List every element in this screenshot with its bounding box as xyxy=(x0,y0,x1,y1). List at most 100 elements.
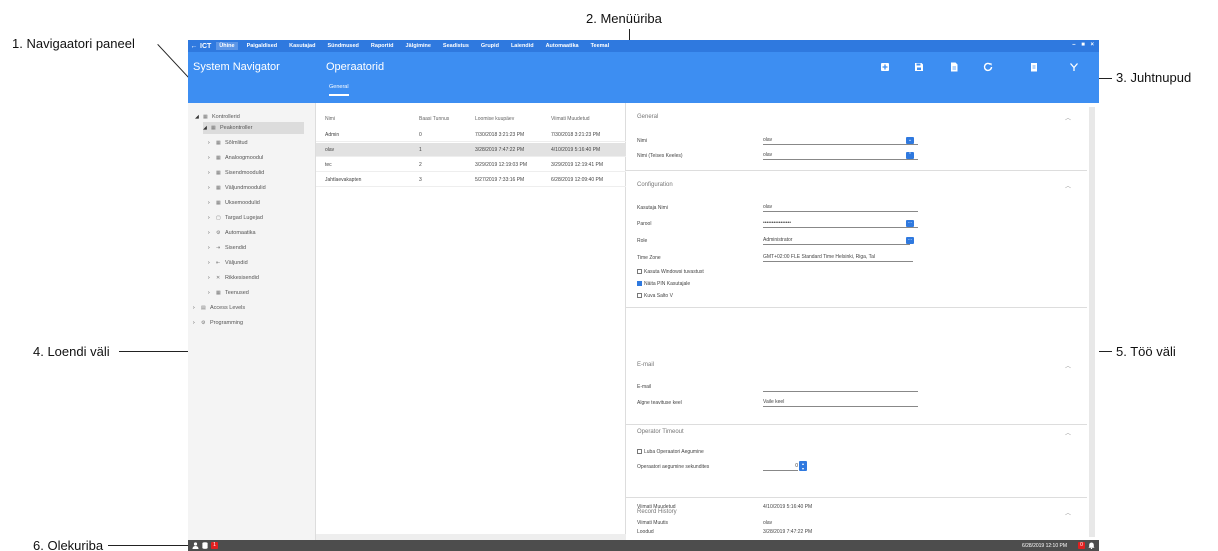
role-select[interactable]: Administrator xyxy=(763,237,910,245)
tab-general[interactable]: General xyxy=(329,84,349,96)
menu-item-uhine[interactable]: Ühine xyxy=(216,42,238,50)
table-row[interactable]: Jahtlaevakapten 3 5/27/2019 7:33:16 PM 6… xyxy=(316,173,626,187)
database-icon[interactable] xyxy=(202,542,208,551)
tree-item-peakontroller[interactable]: ◢ ▦ Peakontroller xyxy=(203,122,304,134)
expand-icon[interactable]: › xyxy=(208,227,216,239)
alarm-badge[interactable]: 0 xyxy=(1078,542,1085,549)
notification-language-select[interactable]: Vaile keel xyxy=(763,399,918,407)
windows-auth-checkbox[interactable]: Kasuta Windowsi tuvastust xyxy=(637,269,704,275)
stepper-arrows-icon[interactable]: ▴ ▾ xyxy=(799,461,807,471)
menu-item-jalgimine[interactable]: Jälgimine xyxy=(406,43,431,49)
chevron-up-icon[interactable]: ︿ xyxy=(1065,181,1071,190)
status-bar: 1 6/28/2019 12:10 PM 0 xyxy=(188,540,1099,551)
chevron-up-icon[interactable]: ︿ xyxy=(1065,113,1071,122)
tree-item-valjundid[interactable]: › ⇤ Väljundid xyxy=(208,257,248,269)
checkbox-box[interactable] xyxy=(637,449,642,454)
window-controls[interactable]: – ■ × xyxy=(1072,42,1096,48)
username-field[interactable]: olav xyxy=(763,204,918,212)
expand-icon[interactable]: › xyxy=(208,212,216,224)
checkbox-box[interactable] xyxy=(637,269,642,274)
cell-base-id: 3 xyxy=(419,177,422,183)
table-row[interactable]: olav 1 3/28/2019 7:47:22 PM 4/10/2019 5:… xyxy=(316,143,626,157)
email-field[interactable] xyxy=(763,384,918,392)
checkbox-box[interactable] xyxy=(637,293,642,298)
timeout-seconds-stepper[interactable]: 0 xyxy=(763,463,798,471)
menu-item-seadistus[interactable]: Seadistus xyxy=(443,43,469,49)
expand-icon[interactable]: › xyxy=(208,257,216,269)
tree-item-programming[interactable]: › ⚙ Programming xyxy=(193,317,243,329)
column-header-modified[interactable]: Viimati Muudetud xyxy=(551,116,590,122)
checkbox-box[interactable] xyxy=(637,281,642,286)
section-title: Configuration xyxy=(637,182,673,188)
chevron-up-icon[interactable]: ⌃ xyxy=(906,152,914,159)
name-other-language-field[interactable]: olav xyxy=(763,152,918,160)
timezone-select[interactable]: GMT+02:00 FLE Standard Time Helsinki, Ri… xyxy=(763,254,913,262)
menu-item-laiendid[interactable]: Laiendid xyxy=(511,43,534,49)
tree-item-analoogmoodul[interactable]: › ▦ Analoogmoodul xyxy=(208,152,263,164)
tree-item-teenused[interactable]: › ▦ Teenused xyxy=(208,287,249,299)
expand-icon[interactable]: › xyxy=(193,317,201,329)
tree-item-solmlitud[interactable]: › ▦ Sõlmlitud xyxy=(208,137,248,149)
add-icon[interactable] xyxy=(879,61,891,73)
more-icon[interactable]: ··· xyxy=(906,220,914,227)
back-arrow-icon[interactable]: ← xyxy=(188,43,200,50)
tree-item-label: Analoogmoodul xyxy=(225,155,264,161)
section-title: E-mail xyxy=(637,362,655,368)
expand-icon[interactable]: › xyxy=(208,182,216,194)
expand-icon[interactable]: › xyxy=(208,152,216,164)
save-icon[interactable] xyxy=(913,61,925,73)
alert-badge[interactable]: 1 xyxy=(211,542,218,549)
menu-item-kasutajad[interactable]: Kasutajad xyxy=(289,43,315,49)
expand-icon[interactable]: › xyxy=(208,167,216,179)
expand-icon[interactable]: › xyxy=(208,137,216,149)
delete-icon[interactable] xyxy=(1028,61,1040,73)
column-header-name[interactable]: Nimi xyxy=(325,116,335,122)
tree-item-access-levels[interactable]: › ▤ Access Levels xyxy=(193,302,245,314)
collapse-icon[interactable]: ◢ xyxy=(195,111,203,123)
name-field[interactable]: olav xyxy=(763,137,918,145)
work-vertical-scrollbar[interactable] xyxy=(1089,107,1095,537)
chevron-up-icon[interactable]: ︿ xyxy=(1065,508,1071,517)
tree-item-valjundmoodulid[interactable]: › ▦ Väljundmoodulid xyxy=(208,182,266,194)
menu-item-grupid[interactable]: Grupid xyxy=(481,43,499,49)
table-row[interactable]: Admin 0 7/30/2018 3:21:23 PM 7/30/2018 3… xyxy=(316,128,626,142)
expand-icon[interactable]: › xyxy=(208,272,216,284)
collapse-icon[interactable]: ◢ xyxy=(203,122,211,134)
expand-icon[interactable]: › xyxy=(208,197,216,209)
tree-item-automaatika[interactable]: › ⚙ Automaatika xyxy=(208,227,256,239)
tree-item-uksemoodulid[interactable]: › ▦ Uksemoodulid xyxy=(208,197,260,209)
chevron-up-icon[interactable]: ︿ xyxy=(1065,361,1071,370)
password-field[interactable]: •••••••••••••••• xyxy=(763,220,918,228)
tree-item-rikkesisendid[interactable]: › ✕ Rikkesisendid xyxy=(208,272,259,284)
menu-item-automaatika[interactable]: Automaatika xyxy=(546,43,579,49)
column-header-base-id[interactable]: Baasi Tunnus xyxy=(419,116,449,122)
menu-item-paigaldised[interactable]: Paigaldised xyxy=(247,43,278,49)
more-icon[interactable]: ··· xyxy=(906,237,914,244)
created-value: 3/28/2019 7:47:22 PM xyxy=(763,529,813,535)
tree-item-sisendid[interactable]: › ⇥ Sisendid xyxy=(208,242,246,254)
chevron-up-icon[interactable]: ︿ xyxy=(1065,428,1071,437)
table-row[interactable]: tec 2 3/29/2019 12:19:03 PM 3/29/2019 12… xyxy=(316,158,626,172)
tree-item-targad-lugejad[interactable]: › ▢ Targad Lugejad xyxy=(208,212,263,224)
salto-checkbox[interactable]: Kuva Salto V xyxy=(637,293,673,299)
column-header-created[interactable]: Loomise kuupäev xyxy=(475,116,514,122)
document-icon[interactable] xyxy=(948,61,960,73)
chevron-down-icon[interactable]: ⌄ xyxy=(906,137,914,144)
menu-item-teemal[interactable]: Teemal xyxy=(591,43,610,49)
tree-item-label: Rikkesisendid xyxy=(225,275,259,281)
refresh-icon[interactable] xyxy=(982,61,994,73)
user-icon[interactable] xyxy=(192,542,199,551)
tree-item-label: Teenused xyxy=(225,290,249,296)
expand-icon[interactable]: › xyxy=(208,242,216,254)
bell-icon[interactable] xyxy=(1088,542,1095,551)
allow-timeout-checkbox[interactable]: Luba Operaatori Aegumine xyxy=(637,449,704,455)
filter-icon[interactable] xyxy=(1068,61,1080,73)
menu-item-raportid[interactable]: Raportid xyxy=(371,43,394,49)
expand-icon[interactable]: › xyxy=(208,287,216,299)
expand-icon[interactable]: › xyxy=(193,302,201,314)
annotation-work-field: 5. Töö väli xyxy=(1116,344,1176,359)
tree-item-sisendmoodulid[interactable]: › ▦ Sisendmoodulid xyxy=(208,167,264,179)
cell-name: Jahtlaevakapten xyxy=(325,177,362,183)
show-pin-checkbox[interactable]: Näita PIN Kasutajale xyxy=(637,281,690,287)
menu-item-sundmused[interactable]: Sündmused xyxy=(327,43,358,49)
